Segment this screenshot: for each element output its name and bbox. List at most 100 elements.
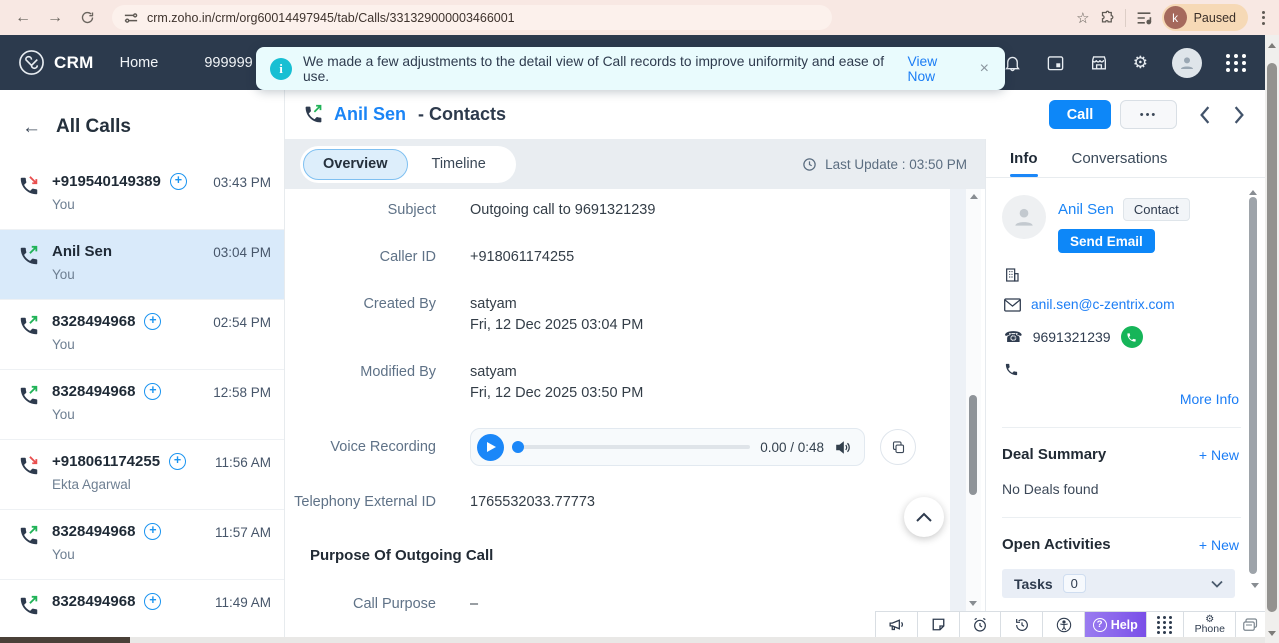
- feedback-note-icon[interactable]: [917, 612, 959, 637]
- scrollbar-thumb[interactable]: [0, 637, 130, 643]
- help-button[interactable]: ? Help: [1084, 612, 1146, 637]
- call-list-item-selected[interactable]: Anil Sen 03:04 PM You: [0, 230, 284, 300]
- site-info-icon[interactable]: [124, 11, 138, 25]
- contact-phone[interactable]: 9691321239: [1033, 329, 1111, 345]
- tab-info[interactable]: Info: [1010, 139, 1038, 177]
- add-contact-icon[interactable]: +: [169, 453, 186, 470]
- notifications-bell-icon[interactable]: [1003, 53, 1022, 73]
- app-launcher-icon[interactable]: [1226, 54, 1247, 72]
- panel-scrollbar[interactable]: [1248, 185, 1258, 602]
- scrollbar-thumb[interactable]: [1267, 63, 1277, 612]
- audio-player: 0.00 / 0:48: [470, 428, 865, 466]
- bookmark-star-icon[interactable]: ☆: [1076, 9, 1089, 27]
- call-number: 8328494968: [52, 313, 135, 330]
- horizontal-scrollbar[interactable]: [0, 637, 1265, 643]
- divider: [1002, 517, 1241, 518]
- open-activities-title: Open Activities: [1002, 536, 1111, 553]
- seek-bar[interactable]: [514, 445, 750, 449]
- call-time: 03:04 PM: [213, 245, 271, 260]
- call-owner: You: [52, 547, 270, 562]
- created-by-value: satyam Fri, 12 Dec 2025 03:04 PM: [470, 294, 643, 336]
- contact-email-link[interactable]: anil.sen@c-zentrix.com: [1031, 297, 1175, 312]
- new-deal-link[interactable]: + New: [1199, 447, 1239, 463]
- extensions-icon[interactable]: [1100, 10, 1115, 25]
- send-email-button[interactable]: Send Email: [1058, 229, 1155, 253]
- previous-record-icon[interactable]: [1199, 106, 1211, 124]
- tab-timeline[interactable]: Timeline: [408, 156, 510, 172]
- add-contact-icon[interactable]: +: [144, 383, 161, 400]
- dialpad-icon[interactable]: [1146, 612, 1184, 637]
- tab-conversations[interactable]: Conversations: [1072, 150, 1168, 167]
- call-list-item[interactable]: +919540149389 + 03:43 PM You: [0, 160, 284, 230]
- call-list-item[interactable]: +918061174255 + 11:56 AM Ekta Agarwal: [0, 440, 284, 510]
- more-info-link[interactable]: More Info: [1002, 391, 1239, 407]
- window-stack-icon[interactable]: [1235, 612, 1265, 637]
- outgoing-call-icon: [18, 245, 40, 267]
- call-list-item[interactable]: 8328494968 + 02:54 PM You: [0, 300, 284, 370]
- recent-history-icon[interactable]: [1000, 612, 1042, 637]
- user-avatar[interactable]: [1172, 48, 1202, 78]
- play-button[interactable]: [477, 434, 504, 461]
- call-list-item[interactable]: 8328494968 + 11:49 AM: [0, 580, 284, 637]
- company-icon: [1004, 267, 1020, 283]
- telephone-icon: ☎: [1004, 328, 1023, 346]
- call-list-item[interactable]: 8328494968 + 11:57 AM You: [0, 510, 284, 580]
- call-list-item[interactable]: 8328494968 + 12:58 PM You: [0, 370, 284, 440]
- related-panel: Info Conversations Anil Sen Contact Send…: [985, 139, 1265, 612]
- window-scrollbar[interactable]: [1265, 35, 1279, 643]
- volume-icon[interactable]: [834, 439, 851, 456]
- add-contact-icon[interactable]: +: [144, 593, 161, 610]
- call-owner: You: [52, 267, 270, 282]
- call-time: 03:43 PM: [213, 175, 271, 190]
- field-label: Caller ID: [285, 247, 470, 268]
- reminders-alarm-icon[interactable]: [959, 612, 1001, 637]
- notification-banner: i We made a few adjustments to the detai…: [256, 47, 1005, 90]
- scrollbar-thumb[interactable]: [969, 395, 977, 495]
- back-icon[interactable]: ←: [10, 5, 36, 31]
- scrollbar-thumb[interactable]: [1249, 197, 1257, 574]
- forward-icon[interactable]: →: [42, 5, 68, 31]
- tasks-accordion[interactable]: Tasks 0: [1002, 569, 1235, 598]
- sidebar-title: All Calls: [56, 116, 131, 138]
- more-actions-button[interactable]: •••: [1120, 100, 1177, 129]
- call-name: Anil Sen: [52, 243, 112, 260]
- record-name[interactable]: Anil Sen: [334, 104, 406, 124]
- marketplace-icon[interactable]: [1089, 53, 1109, 72]
- click-to-call-button[interactable]: [1121, 326, 1143, 348]
- accessibility-icon[interactable]: [1042, 612, 1084, 637]
- view-switcher: Overview Timeline: [300, 146, 516, 183]
- back-arrow-icon[interactable]: ←: [22, 118, 41, 137]
- content-scrollbar[interactable]: [966, 189, 981, 612]
- contact-name-link[interactable]: Anil Sen: [1058, 201, 1114, 218]
- nav-item-home[interactable]: Home: [120, 55, 159, 71]
- add-contact-icon[interactable]: +: [170, 173, 187, 190]
- new-activity-link[interactable]: + New: [1199, 537, 1239, 553]
- call-owner: You: [52, 337, 270, 352]
- phone-settings-button[interactable]: ⚙ Phone: [1183, 612, 1235, 637]
- nav-item-999999[interactable]: 999999: [204, 55, 252, 71]
- calendar-icon[interactable]: [1046, 53, 1065, 72]
- settings-gear-icon[interactable]: ⚙: [1133, 54, 1148, 71]
- add-contact-icon[interactable]: +: [144, 313, 161, 330]
- banner-message: We made a few adjustments to the detail …: [303, 54, 895, 84]
- tab-list-icon[interactable]: [1136, 11, 1152, 25]
- tab-overview[interactable]: Overview: [303, 149, 408, 180]
- call-button[interactable]: Call: [1049, 100, 1111, 129]
- browser-menu-icon[interactable]: [1258, 11, 1269, 25]
- contact-avatar: [1002, 195, 1046, 239]
- close-icon[interactable]: ×: [978, 60, 991, 78]
- reload-icon[interactable]: [74, 5, 100, 31]
- zoho-logo[interactable]: [18, 49, 45, 76]
- record-module: - Contacts: [418, 104, 506, 124]
- next-record-icon[interactable]: [1233, 106, 1245, 124]
- copy-recording-button[interactable]: [880, 429, 916, 465]
- add-contact-icon[interactable]: +: [144, 523, 161, 540]
- url-text[interactable]: crm.zoho.in/crm/org60014497945/tab/Calls…: [147, 11, 515, 25]
- scroll-to-top-button[interactable]: [904, 497, 944, 537]
- question-icon: ?: [1093, 618, 1107, 632]
- field-label: Call Purpose: [285, 594, 470, 612]
- browser-profile[interactable]: k Paused: [1162, 4, 1248, 31]
- view-now-link[interactable]: View Now: [908, 54, 967, 84]
- address-bar[interactable]: crm.zoho.in/crm/org60014497945/tab/Calls…: [112, 5, 832, 30]
- announcements-icon[interactable]: [875, 612, 917, 637]
